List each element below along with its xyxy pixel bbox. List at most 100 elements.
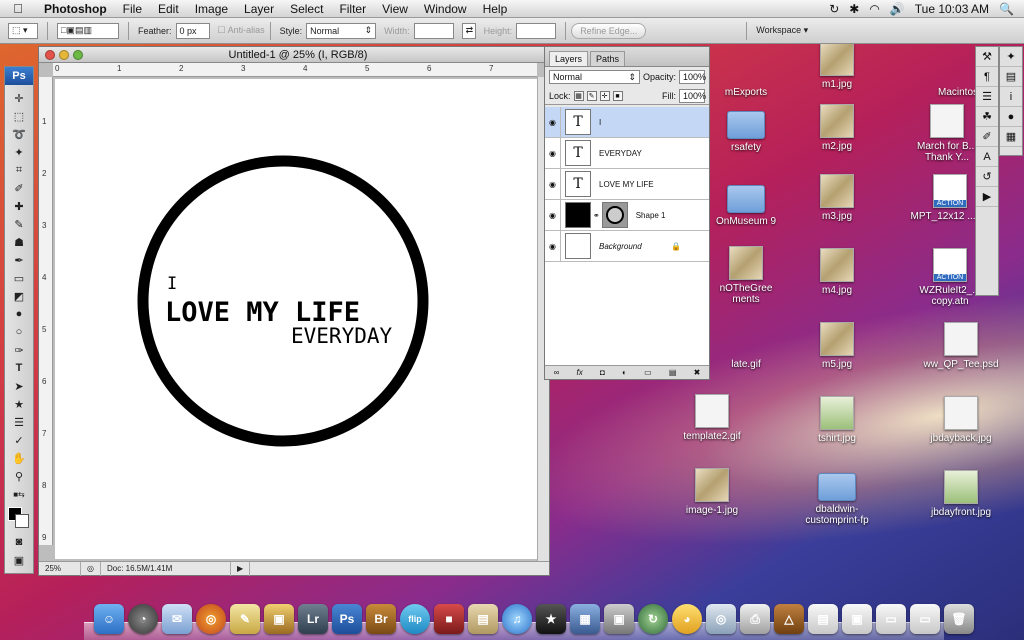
menu-image[interactable]: Image: [187, 2, 236, 16]
swatches-icon[interactable]: ▦: [1000, 127, 1022, 147]
desktop-icon[interactable]: m2.jpg: [797, 104, 877, 152]
blur-tool-icon[interactable]: ●: [5, 305, 33, 323]
desktop-icon[interactable]: tshirt.jpg: [797, 396, 877, 444]
screen-mode-icon[interactable]: ▣: [5, 551, 33, 569]
zoom-level[interactable]: 25%: [39, 561, 81, 576]
desktop-icon[interactable]: rsafety: [706, 106, 786, 153]
dashboard-icon[interactable]: ◔: [128, 604, 158, 634]
imovie-icon[interactable]: ★: [536, 604, 566, 634]
cyberduck-icon[interactable]: ◕: [672, 604, 702, 634]
type-tool-icon[interactable]: T: [5, 359, 33, 377]
layer-row[interactable]: ◉ ⚭ Shape 1: [545, 199, 709, 231]
desktop-icon[interactable]: jbdayback.jpg: [921, 396, 1001, 444]
feather-input[interactable]: 0 px: [175, 22, 210, 39]
desktop-icon[interactable]: image-1.jpg: [672, 468, 752, 516]
stack-photo-icon[interactable]: ▣: [842, 604, 872, 634]
layer-name[interactable]: LOVE MY LIFE: [599, 180, 709, 189]
desktop-icon[interactable]: m5.jpg: [797, 322, 877, 370]
printer-icon[interactable]: ⎙: [740, 604, 770, 634]
desktop-icon[interactable]: dbaldwin-customprint-fp: [797, 468, 877, 526]
shape-tool-icon[interactable]: ★: [5, 395, 33, 413]
list-icon[interactable]: ☰: [976, 87, 998, 107]
stack-folder-icon[interactable]: ▭: [910, 604, 940, 634]
pages-icon[interactable]: ✎: [230, 604, 260, 634]
eye-icon[interactable]: ◉: [545, 137, 561, 169]
adjustment-layer-icon[interactable]: ◐: [622, 368, 627, 377]
style-select[interactable]: Normal ⇕: [306, 22, 377, 39]
notes-tool-icon[interactable]: ☰: [5, 413, 33, 431]
desktop-icon[interactable]: m1.jpg: [797, 42, 877, 90]
spotlight-search-icon[interactable]: 🔍: [999, 2, 1014, 16]
background-color-swatch[interactable]: [15, 514, 29, 528]
layer-name[interactable]: I: [599, 118, 709, 127]
pen-tool-icon[interactable]: ✑: [5, 341, 33, 359]
clone-source-icon[interactable]: ☘: [976, 107, 998, 127]
eraser-tool-icon[interactable]: ▭: [5, 269, 33, 287]
layer-name[interactable]: Shape 1: [636, 211, 709, 220]
mail-icon[interactable]: ✉: [162, 604, 192, 634]
color-icon[interactable]: ●: [1000, 107, 1022, 127]
width-input[interactable]: [413, 22, 454, 39]
lock-transparency-icon[interactable]: ▦: [573, 90, 584, 101]
wifi-icon[interactable]: ◠: [869, 2, 879, 16]
finder-icon[interactable]: ☺: [94, 604, 124, 634]
minimize-icon[interactable]: [59, 49, 69, 60]
navigator-icon[interactable]: ✦: [1000, 47, 1022, 67]
tab-paths[interactable]: Paths: [590, 51, 626, 66]
iphoto-icon[interactable]: ▣: [264, 604, 294, 634]
horizontal-ruler[interactable]: 0 1 2 3 4 5 6 7: [53, 63, 537, 77]
crop-tool-icon[interactable]: ⌗: [5, 161, 33, 179]
brushes-icon[interactable]: ✐: [976, 127, 998, 147]
hp-utility-icon[interactable]: ◎: [706, 604, 736, 634]
actions-icon[interactable]: ▶: [976, 187, 998, 207]
lasso-tool-icon[interactable]: ➰: [5, 125, 33, 143]
document-titlebar[interactable]: Untitled-1 @ 25% (I, RGB/8): [39, 47, 549, 63]
stack-documents-icon[interactable]: ▤: [808, 604, 838, 634]
height-input[interactable]: [516, 22, 557, 39]
history-brush-tool-icon[interactable]: ✒: [5, 251, 33, 269]
menu-select[interactable]: Select: [282, 2, 331, 16]
layer-name[interactable]: Background: [599, 242, 671, 251]
histogram-icon[interactable]: ▤: [1000, 67, 1022, 87]
layer-row[interactable]: ◉ Background 🔒: [545, 230, 709, 262]
desktop-icon[interactable]: OnMuseum 9: [706, 180, 786, 227]
photoshop-icon[interactable]: Ps: [332, 604, 362, 634]
trash-dock-icon[interactable]: 🗑: [944, 604, 974, 634]
eye-icon[interactable]: ◉: [545, 230, 561, 262]
canvas[interactable]: I LOVE MY LIFE EVERYDAY: [55, 79, 537, 559]
menu-layer[interactable]: Layer: [236, 2, 282, 16]
tools-icon[interactable]: ⚒: [976, 47, 998, 67]
time-machine-dock-icon[interactable]: ↻: [638, 604, 668, 634]
keynote-icon[interactable]: △: [774, 604, 804, 634]
menu-file[interactable]: File: [115, 2, 150, 16]
trash-icon[interactable]: ✖: [694, 368, 701, 377]
status-preview-icon[interactable]: ◎: [81, 561, 101, 576]
default-colors-icon[interactable]: ■⇆: [5, 485, 33, 503]
paint-bucket-tool-icon[interactable]: ◩: [5, 287, 33, 305]
close-icon[interactable]: [45, 49, 55, 60]
layer-row[interactable]: ◉ T I: [545, 106, 709, 138]
flip-icon[interactable]: flip: [400, 604, 430, 634]
desktop-icon[interactable]: m4.jpg: [797, 248, 877, 296]
layer-style-icon[interactable]: fx: [577, 368, 583, 377]
eye-icon[interactable]: ◉: [545, 199, 561, 231]
hand-tool-icon[interactable]: ✋: [5, 449, 33, 467]
image-capture-icon[interactable]: ▣: [604, 604, 634, 634]
refine-edge-button[interactable]: Refine Edge...: [571, 22, 647, 39]
history-icon[interactable]: ↺: [976, 167, 998, 187]
color-swatches[interactable]: [5, 503, 33, 533]
eye-icon[interactable]: ◉: [545, 106, 561, 138]
menu-window[interactable]: Window: [416, 2, 475, 16]
apple-icon[interactable]: : [0, 1, 36, 16]
time-machine-icon[interactable]: ↻: [829, 2, 839, 16]
lock-all-icon[interactable]: ■: [612, 90, 623, 101]
spaces-icon[interactable]: ▦: [570, 604, 600, 634]
desktop-icon[interactable]: nOTheGree ments: [706, 246, 786, 305]
stack-downloads-icon[interactable]: ▭: [876, 604, 906, 634]
blend-mode-select[interactable]: Normal ⇕: [549, 70, 640, 84]
itunes-icon[interactable]: ♫: [502, 604, 532, 634]
zoom-icon[interactable]: [73, 49, 83, 60]
lock-image-icon[interactable]: ✎: [586, 90, 597, 101]
swap-dimensions-icon[interactable]: ⇄: [461, 22, 476, 39]
clone-stamp-tool-icon[interactable]: ☗: [5, 233, 33, 251]
